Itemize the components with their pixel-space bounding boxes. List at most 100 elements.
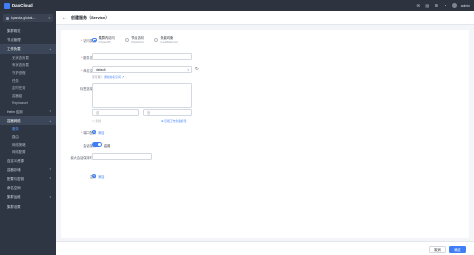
sidebar-item[interactable]: 无状态负载: [0, 54, 56, 62]
radio-sub: (ClusterIP): [98, 40, 111, 44]
sidebar-item[interactable]: 容器组: [0, 92, 56, 100]
chevron-down-icon: ▾: [49, 109, 51, 114]
sidebar-item-label: 集群设置: [7, 204, 21, 209]
radio-dot: [92, 37, 97, 43]
chevron-down-icon: ▾: [49, 194, 51, 199]
sidebar-item[interactable]: 配置与密钥 ▾: [0, 174, 56, 183]
chat-icon[interactable]: ✉: [416, 3, 421, 8]
chevron-down-icon: ▾: [49, 167, 51, 172]
cancel-button[interactable]: 取消: [429, 245, 446, 253]
sidebar-item-label: 节点管理: [7, 38, 21, 43]
sidebar-item-label: 命名空间: [7, 186, 21, 191]
create-namespace-link[interactable]: 添加命名空间: [104, 75, 121, 79]
sidebar-item-label: 集群概览: [7, 29, 21, 34]
sidebar-item-label: 工作负载: [7, 47, 21, 52]
sidebar-item-label: 守护进程: [12, 71, 26, 76]
session-label: 会话保持: [83, 144, 96, 148]
sidebar-item[interactable]: 自定义资源: [0, 155, 56, 164]
access-type-radios: 集群内访问 (ClusterIP) 节点访问 (NodePort) 负载均衡 (Loa…: [92, 36, 188, 44]
namespace-value: default: [96, 67, 106, 72]
sidebar: kpanda-global-... ▾ 集群概览节点管理工作负载 ▴ 无状态负载有状…: [0, 11, 56, 255]
service-name-label: * 服务名称: [81, 56, 96, 60]
sidebar-item-label: Replicaset: [12, 100, 28, 105]
timeout-input[interactable]: [92, 153, 152, 160]
chevron-down-icon: ▾: [49, 176, 51, 181]
sidebar-item[interactable]: 集群概览: [0, 26, 56, 35]
sidebar-item-label: 服务: [12, 127, 19, 132]
sidebar-item-label: 容器存储: [7, 167, 21, 172]
plus-icon: +: [92, 129, 96, 134]
sidebar-item[interactable]: 守护进程: [0, 69, 56, 77]
ok-button[interactable]: 确定: [449, 245, 466, 253]
chevron-up-icon: ▴: [49, 46, 51, 51]
brand-name: DaoCloud: [12, 3, 33, 8]
bell-icon[interactable]: ◔: [443, 3, 448, 8]
namespace-label: * 命名空间: [81, 69, 96, 73]
sidebar-item-label: 无状态负载: [12, 55, 29, 60]
page-title: 创建服务（Service）: [71, 14, 110, 20]
sidebar-item[interactable]: 定时任务: [0, 84, 56, 92]
label-value-input[interactable]: 值: [143, 109, 192, 116]
add-annotation-button[interactable]: + 添加: [92, 174, 104, 179]
radio-nodeport[interactable]: 节点访问 (NodePort): [124, 36, 144, 44]
form-card: * 访问类型 集群内访问 (ClusterIP) 节点访问 (NodePort) 负…: [61, 30, 469, 238]
sidebar-item[interactable]: 容器存储 ▾: [0, 165, 56, 174]
sidebar-item[interactable]: 有状态负载: [0, 61, 56, 69]
sidebar-item[interactable]: Replicaset: [0, 99, 56, 107]
radio-loadbalancer[interactable]: 负载均衡 (LoadBalancer): [153, 36, 179, 44]
access-type-label: * 访问类型: [81, 39, 96, 43]
sidebar-item-label: 任务: [12, 78, 19, 83]
sidebar-item[interactable]: Helm 应用 ▾: [0, 107, 56, 116]
sidebar-item[interactable]: 网络配置: [0, 148, 56, 156]
label-key-input[interactable]: 键: [92, 109, 139, 116]
radio-dot: [124, 37, 130, 43]
sidebar-item-label: Helm 应用: [7, 109, 23, 114]
footer-bar: 取消 确定: [56, 241, 474, 255]
ports-label: * 端口配置: [81, 131, 96, 135]
sidebar-item[interactable]: 集群运维 ▾: [0, 192, 56, 201]
namespace-select[interactable]: default ▾: [92, 66, 192, 73]
radio-clusterip[interactable]: 集群内访问 (ClusterIP): [92, 36, 115, 44]
radio-sub: (NodePort): [131, 40, 144, 44]
timeout-label: 最大会话保持时间: [70, 156, 97, 160]
document-icon[interactable]: ▤: [425, 3, 430, 8]
reference-workload-labels-link[interactable]: ⊕ 引用工作负载标签: [161, 119, 187, 123]
sidebar-item-label: 配置与密钥: [7, 176, 24, 181]
sidebar-item[interactable]: 容器网络 ▴: [0, 115, 56, 126]
sidebar-item[interactable]: 路由: [0, 133, 56, 141]
plus-icon: +: [92, 173, 96, 178]
chevron-down-icon: ▾: [48, 16, 50, 20]
session-toggle-text: 启用: [104, 143, 111, 148]
sidebar-item[interactable]: 节点管理: [0, 35, 56, 44]
username[interactable]: admin: [461, 4, 470, 8]
refresh-icon[interactable]: ↻: [195, 66, 199, 72]
sidebar-item[interactable]: 命名空间: [0, 183, 56, 192]
sidebar-item-label: 路由: [12, 134, 19, 139]
sidebar-item[interactable]: 任务: [0, 76, 56, 84]
sidebar-item[interactable]: 服务: [0, 125, 56, 133]
avatar[interactable]: [451, 3, 457, 8]
sidebar-item[interactable]: 工作负载 ▴: [0, 44, 56, 54]
sidebar-item-label: 网络配置: [12, 150, 26, 155]
sidebar-item-label: 有状态负载: [12, 63, 29, 68]
delete-label-button[interactable]: ⊖ 删除: [92, 119, 101, 123]
sidebar-item[interactable]: 网络策略: [0, 140, 56, 148]
cluster-label: kpanda-global-...: [11, 16, 37, 20]
namespace-hint: 无可用？ 添加命名空间 ↗: [92, 74, 125, 79]
service-name-input[interactable]: [92, 53, 192, 60]
sidebar-nav: 集群概览节点管理工作负载 ▴ 无状态负载有状态负载守护进程任务 定时任务 容器组 Repl…: [0, 26, 56, 211]
top-bar: DaoCloud ✉ ▤ ⊞ ◔ admin: [0, 0, 474, 11]
grid-icon[interactable]: ⊞: [434, 3, 439, 8]
sidebar-item-label: 容器组: [12, 93, 23, 98]
chevron-up-icon: ▴: [49, 118, 51, 123]
cluster-selector[interactable]: kpanda-global-... ▾: [3, 14, 53, 22]
sidebar-item-label: 自定义资源: [7, 158, 24, 163]
radio-sub: (LoadBalancer): [160, 40, 179, 44]
back-arrow-icon[interactable]: ←: [62, 15, 67, 21]
label-selector-area[interactable]: [92, 83, 192, 108]
add-port-button[interactable]: + 添加: [92, 130, 104, 135]
chevron-down-icon: ▾: [187, 67, 189, 72]
sidebar-item[interactable]: 集群设置: [0, 201, 56, 210]
radio-dot: [153, 37, 159, 43]
session-toggle[interactable]: [92, 142, 102, 147]
